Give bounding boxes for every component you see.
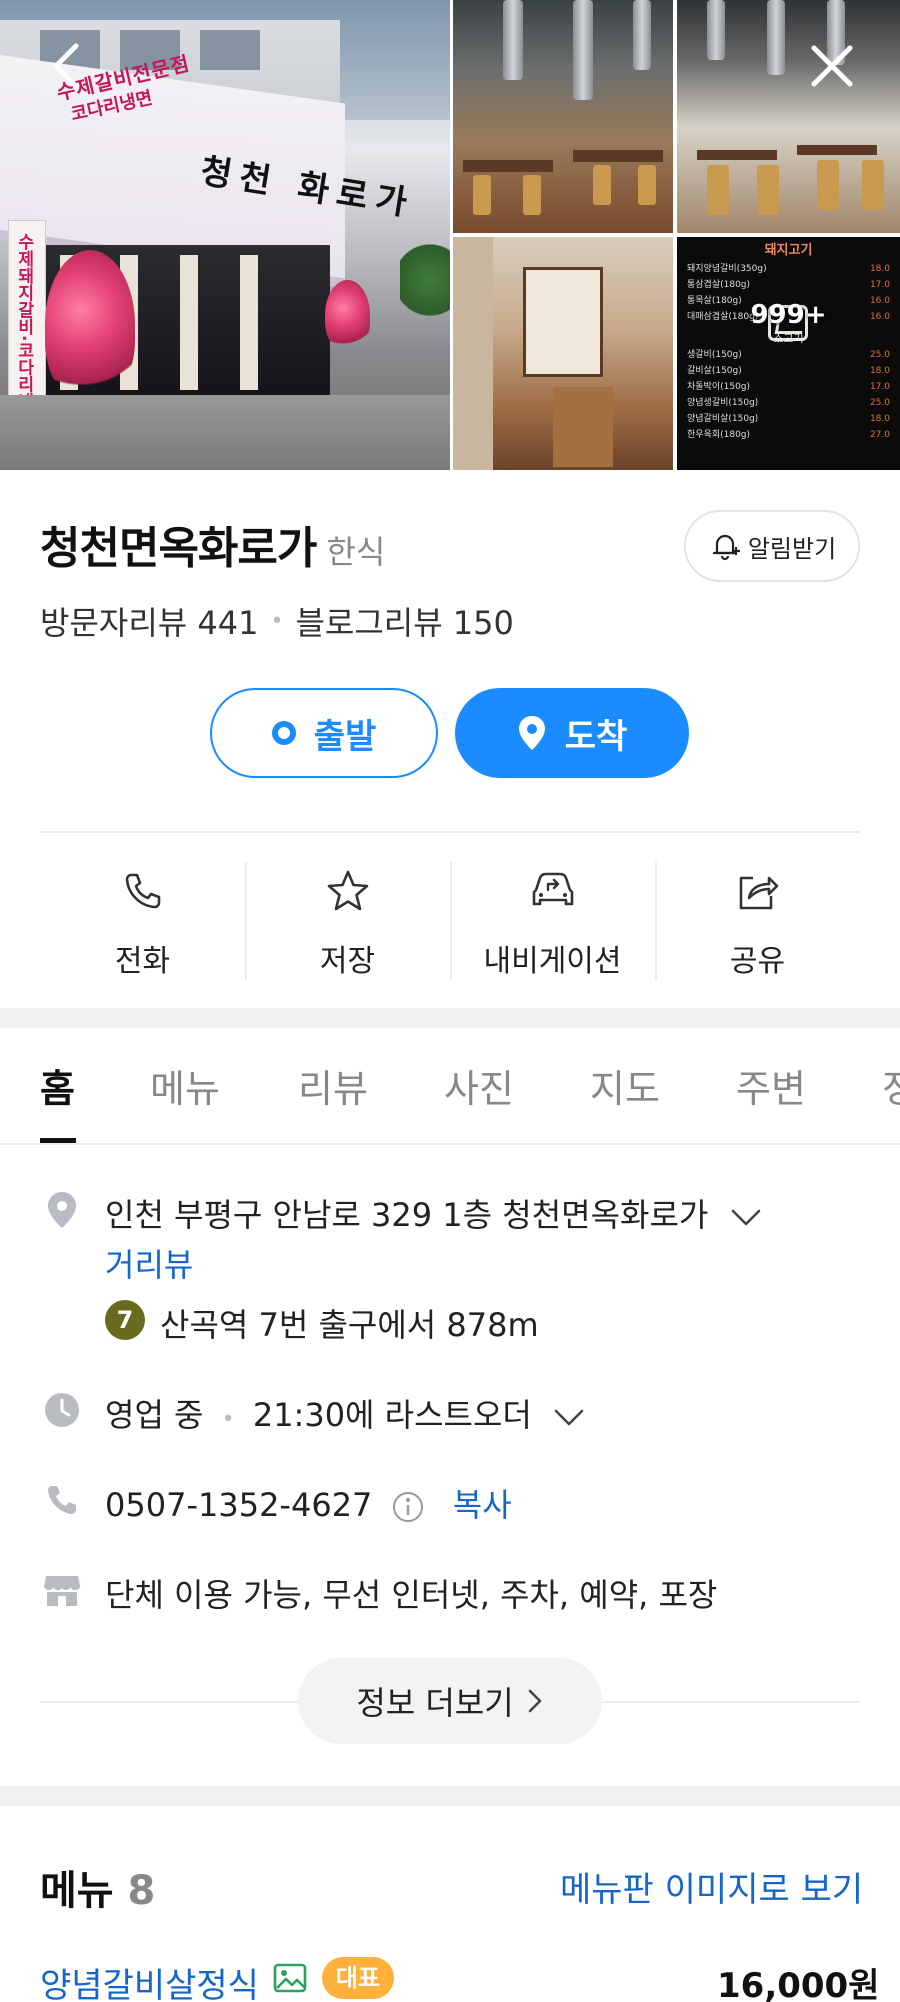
menu-board-row: 돼지양념갈비(350g) 18.0 <box>687 264 890 274</box>
start-button[interactable]: 출발 <box>210 688 438 778</box>
save-label: 저장 <box>319 944 376 979</box>
start-dot-icon <box>271 721 296 745</box>
location-pin-icon <box>518 716 545 750</box>
notify-button[interactable]: 알림받기 <box>684 510 860 582</box>
call-label: 전화 <box>114 944 171 979</box>
info-circle-icon[interactable] <box>391 1490 425 1524</box>
tab-menu[interactable]: 메뉴 <box>150 1058 220 1113</box>
menu-board-row: 양념생갈비(150g) 25.0 <box>687 398 890 408</box>
menu-item-name[interactable]: 양념갈비살정식 <box>40 1958 259 2002</box>
visitor-reviews-link[interactable]: 방문자리뷰 441 <box>40 598 258 644</box>
arrive-button[interactable]: 도착 <box>455 688 689 778</box>
chevron-left-icon <box>53 43 79 89</box>
save-action[interactable]: 저장 <box>245 862 450 980</box>
phone-icon <box>125 873 160 909</box>
phone-row: 0507-1352-4627 복사 <box>105 1480 512 1526</box>
call-action[interactable]: 전화 <box>40 862 245 980</box>
menu-board-title: 돼지고기 <box>764 243 813 258</box>
clock-icon <box>42 1390 82 1430</box>
close-button[interactable] <box>804 38 860 94</box>
arrive-label: 도착 <box>564 716 628 757</box>
menu-board-row: 갈비살(150g) 18.0 <box>687 366 890 376</box>
hours-row[interactable]: 영업 중 • 21:30에 라스트오더 <box>105 1390 586 1436</box>
chevron-right-icon <box>528 1689 541 1713</box>
copy-button[interactable]: 복사 <box>453 1486 512 1524</box>
tab-nearby[interactable]: 주변 <box>736 1058 806 1113</box>
section-gap <box>0 1786 900 1806</box>
share-action[interactable]: 공유 <box>655 862 860 980</box>
share-label: 공유 <box>729 944 786 979</box>
menu-board-row: 한우육회(180g) 27.0 <box>687 430 890 440</box>
phone-number[interactable]: 0507-1352-4627 <box>105 1486 372 1524</box>
image-icon <box>273 1963 307 1993</box>
photo-count[interactable]: 999+ <box>677 300 900 330</box>
address-text: 인천 부평구 안남로 329 1층 청천면옥화로가 <box>105 1196 709 1234</box>
menu-board-row: 양념갈비살(150g) 18.0 <box>687 414 890 424</box>
action-bar: 전화 저장 내비게이션 공유 <box>40 862 860 980</box>
menu-item-price: 16,000원 <box>717 1966 880 2002</box>
subway-text: 산곡역 7번 출구에서 878m <box>160 1306 539 1344</box>
interior-photo-3[interactable] <box>453 237 673 470</box>
place-name: 청천면옥화로가 <box>40 523 317 574</box>
interior-photo-2[interactable] <box>677 0 900 233</box>
divider <box>0 1143 900 1145</box>
menu-count: 8 <box>127 1868 156 1914</box>
share-icon <box>739 876 778 910</box>
tab-home[interactable]: 홈 <box>40 1058 75 1113</box>
star-icon <box>327 870 368 911</box>
close-icon <box>811 45 853 87</box>
location-pin-icon <box>42 1190 82 1230</box>
menu-section-title: 메뉴 8 <box>40 1858 155 1916</box>
notify-label: 알림받기 <box>747 534 837 563</box>
section-gap <box>0 1008 900 1028</box>
car-icon <box>532 872 573 906</box>
blog-reviews-link[interactable]: 블로그리뷰 150 <box>295 598 513 644</box>
back-button[interactable] <box>40 38 96 94</box>
tab-photo[interactable]: 사진 <box>444 1058 514 1113</box>
menu-board-row: 차돌박이(150g) 17.0 <box>687 382 890 392</box>
store-icon <box>42 1570 82 1610</box>
last-order: 21:30에 라스트오더 <box>252 1396 532 1434</box>
interior-photo-1[interactable] <box>453 0 673 233</box>
more-info-label: 정보 더보기 <box>356 1684 514 1722</box>
street-view-link[interactable]: 거리뷰 <box>105 1240 193 1286</box>
bell-plus-icon <box>712 534 740 561</box>
tab-more[interactable]: 정 <box>882 1058 900 1113</box>
photo-gallery[interactable]: 수제갈비전문점 코다리냉면 청천 화로가 수제돼지갈비·코다리냉면 돼지고기 돼… <box>0 0 900 470</box>
tab-review[interactable]: 리뷰 <box>298 1058 368 1113</box>
tab-bar: 홈 메뉴 리뷰 사진 지도 주변 정 <box>0 1028 900 1144</box>
title-row: 청천면옥화로가 한식 <box>40 512 385 576</box>
menu-board-row: 통삼겹살(180g) 17.0 <box>687 280 890 290</box>
featured-badge: 대표 <box>322 1957 394 1999</box>
place-category: 한식 <box>326 533 386 571</box>
more-info-button[interactable]: 정보 더보기 <box>298 1658 602 1744</box>
address-row[interactable]: 인천 부평구 안남로 329 1층 청천면옥화로가 <box>105 1190 763 1236</box>
menu-title: 메뉴 <box>40 1868 114 1914</box>
business-status: 영업 중 <box>105 1396 204 1434</box>
menu-image-link[interactable]: 메뉴판 이미지로 보기 <box>560 1862 863 1911</box>
separator-dot: • <box>270 608 284 634</box>
start-label: 출발 <box>313 716 377 757</box>
phone-icon <box>42 1480 82 1520</box>
chevron-down-icon <box>731 1209 760 1226</box>
chevron-down-icon <box>554 1409 584 1426</box>
navigation-action[interactable]: 내비게이션 <box>450 862 655 980</box>
divider <box>40 831 860 833</box>
separator-dot: • <box>221 1407 235 1432</box>
reviews-row: 방문자리뷰 441 • 블로그리뷰 150 <box>40 598 514 644</box>
menu-board-row: 생갈비(150g) 25.0 <box>687 350 890 360</box>
navigation-label: 내비게이션 <box>483 944 622 979</box>
subway-line-badge: 7 <box>105 1300 145 1340</box>
menu-board-photo[interactable]: 돼지고기 돼지양념갈비(350g) 18.0 통삼겹살(180g) 17.0 통목살… <box>677 237 900 470</box>
tab-map[interactable]: 지도 <box>590 1058 660 1113</box>
amenities-text: 단체 이용 가능, 무선 인터넷, 주차, 예약, 포장 <box>105 1576 718 1614</box>
